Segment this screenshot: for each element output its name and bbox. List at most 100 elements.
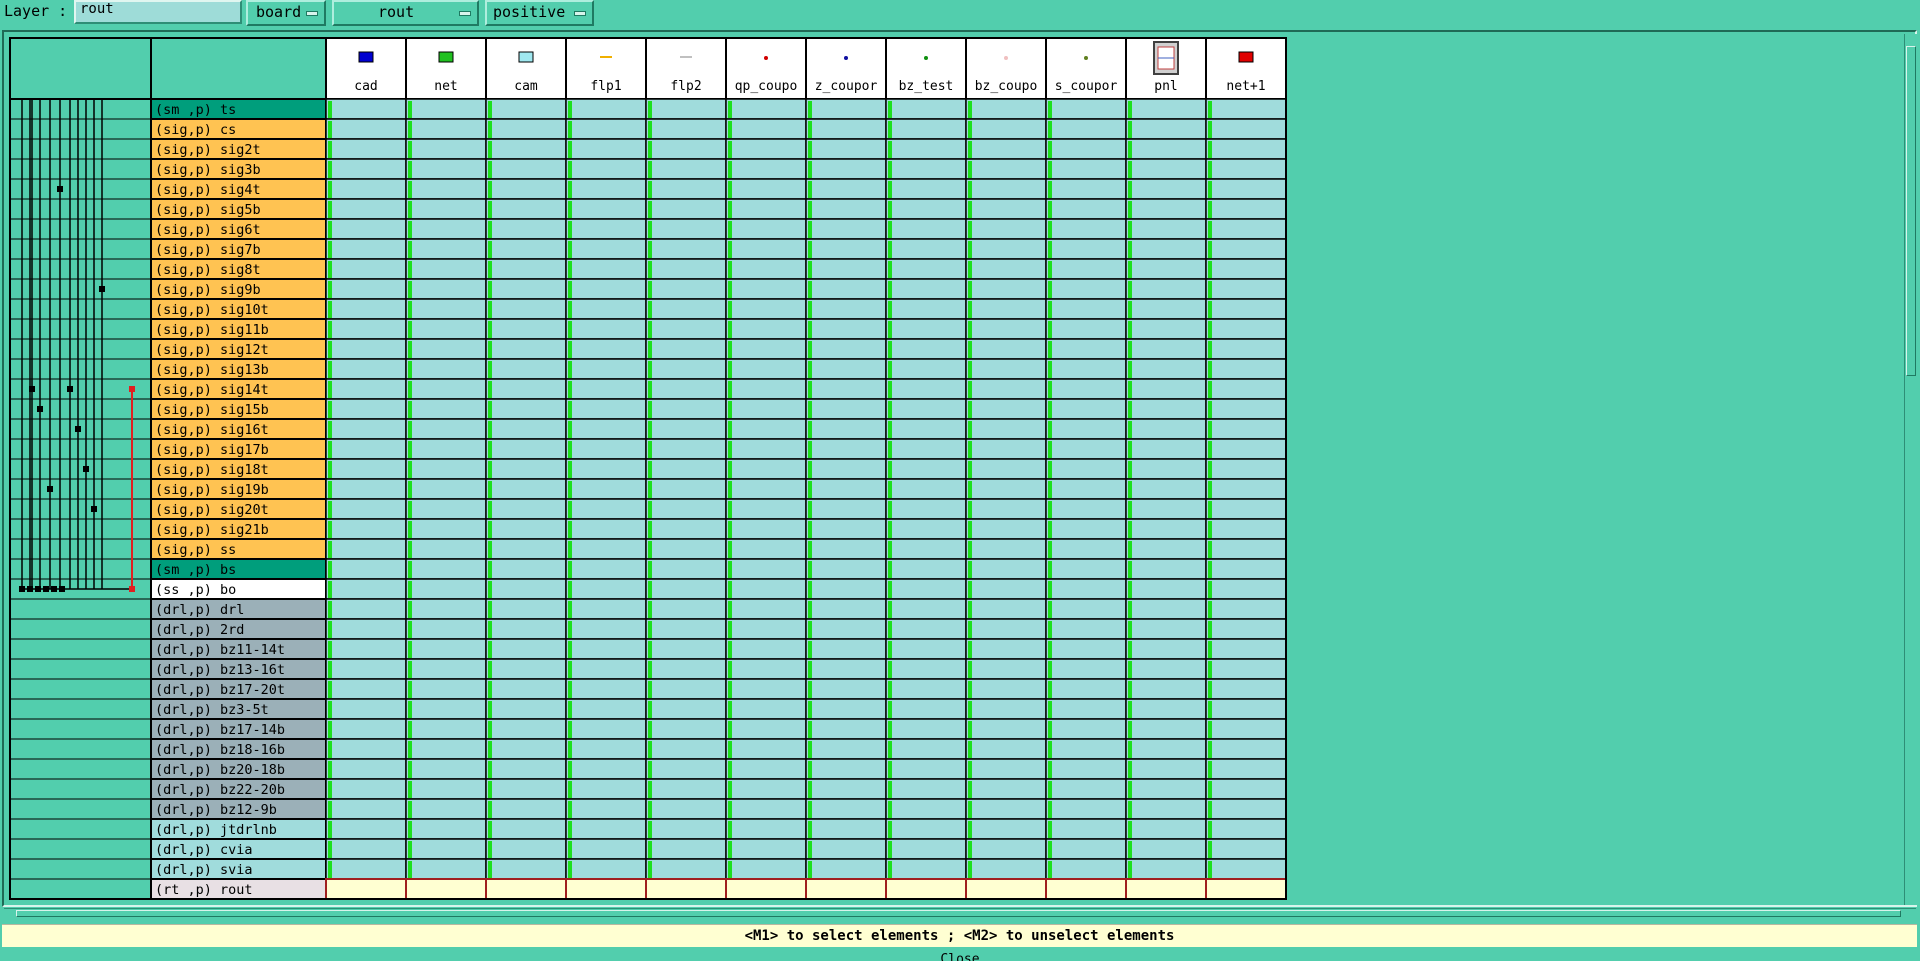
matrix-cell[interactable] xyxy=(1205,258,1287,280)
matrix-cell[interactable] xyxy=(485,298,567,320)
matrix-cell[interactable] xyxy=(725,278,807,300)
matrix-cell[interactable] xyxy=(725,698,807,720)
matrix-cell[interactable] xyxy=(885,718,967,740)
matrix-cell[interactable] xyxy=(1125,878,1207,900)
matrix-cell[interactable] xyxy=(1045,318,1127,340)
matrix-cell[interactable] xyxy=(565,578,647,600)
matrix-cell[interactable] xyxy=(645,678,727,700)
matrix-cell[interactable] xyxy=(725,378,807,400)
matrix-cell[interactable] xyxy=(1205,658,1287,680)
matrix-cell[interactable] xyxy=(325,418,407,440)
matrix-cell[interactable] xyxy=(485,738,567,760)
matrix-cell[interactable] xyxy=(565,158,647,180)
matrix-cell[interactable] xyxy=(805,218,887,240)
matrix-cell[interactable] xyxy=(1045,618,1127,640)
matrix-cell[interactable] xyxy=(1205,498,1287,520)
matrix-cell[interactable] xyxy=(565,758,647,780)
matrix-cell[interactable] xyxy=(965,838,1047,860)
matrix-cell[interactable] xyxy=(885,778,967,800)
matrix-cell[interactable] xyxy=(565,238,647,260)
matrix-cell[interactable] xyxy=(565,658,647,680)
matrix-cell[interactable] xyxy=(325,518,407,540)
matrix-cell[interactable] xyxy=(885,418,967,440)
matrix-cell[interactable] xyxy=(565,458,647,480)
matrix-cell[interactable] xyxy=(1045,838,1127,860)
matrix-cell[interactable] xyxy=(805,718,887,740)
matrix-cell[interactable] xyxy=(405,98,487,120)
matrix-cell[interactable] xyxy=(885,658,967,680)
matrix-cell[interactable] xyxy=(325,378,407,400)
matrix-cell[interactable] xyxy=(805,738,887,760)
matrix-cell[interactable] xyxy=(1045,698,1127,720)
matrix-cell[interactable] xyxy=(485,698,567,720)
matrix-cell[interactable] xyxy=(565,558,647,580)
matrix-cell[interactable] xyxy=(565,118,647,140)
matrix-cell[interactable] xyxy=(805,778,887,800)
matrix-cell[interactable] xyxy=(805,198,887,220)
matrix-cell[interactable] xyxy=(805,378,887,400)
matrix-cell[interactable] xyxy=(1205,398,1287,420)
matrix-cell[interactable] xyxy=(325,258,407,280)
matrix-cell[interactable] xyxy=(885,498,967,520)
matrix-cell[interactable] xyxy=(1125,518,1207,540)
matrix-cell[interactable] xyxy=(1125,738,1207,760)
matrix-cell[interactable] xyxy=(325,698,407,720)
matrix-cell[interactable] xyxy=(1125,98,1207,120)
matrix-cell[interactable] xyxy=(805,658,887,680)
matrix-cell[interactable] xyxy=(965,318,1047,340)
matrix-cell[interactable] xyxy=(1045,638,1127,660)
matrix-cell[interactable] xyxy=(965,138,1047,160)
matrix-cell[interactable] xyxy=(965,338,1047,360)
matrix-cell[interactable] xyxy=(485,518,567,540)
matrix-cell[interactable] xyxy=(485,838,567,860)
matrix-cell[interactable] xyxy=(965,198,1047,220)
matrix-cell[interactable] xyxy=(325,218,407,240)
matrix-cell[interactable] xyxy=(725,558,807,580)
matrix-cell[interactable] xyxy=(725,778,807,800)
matrix-cell[interactable] xyxy=(805,618,887,640)
matrix-cell[interactable] xyxy=(885,258,967,280)
matrix-cell[interactable] xyxy=(725,398,807,420)
matrix-cell[interactable] xyxy=(1125,178,1207,200)
matrix-cell[interactable] xyxy=(405,138,487,160)
matrix-cell[interactable] xyxy=(965,378,1047,400)
matrix-cell[interactable] xyxy=(885,838,967,860)
matrix-cell[interactable] xyxy=(405,518,487,540)
matrix-cell[interactable] xyxy=(1205,538,1287,560)
matrix-cell[interactable] xyxy=(405,458,487,480)
matrix-cell[interactable] xyxy=(405,298,487,320)
matrix-cell[interactable] xyxy=(885,298,967,320)
matrix-cell[interactable] xyxy=(965,218,1047,240)
matrix-cell[interactable] xyxy=(965,758,1047,780)
vertical-scroll-thumb[interactable] xyxy=(1906,46,1916,376)
matrix-cell[interactable] xyxy=(885,558,967,580)
matrix-cell[interactable] xyxy=(405,798,487,820)
matrix-cell[interactable] xyxy=(1205,218,1287,240)
matrix-cell[interactable] xyxy=(1205,138,1287,160)
matrix-cell[interactable] xyxy=(805,558,887,580)
matrix-cell[interactable] xyxy=(645,318,727,340)
matrix-cell[interactable] xyxy=(1125,278,1207,300)
matrix-cell[interactable] xyxy=(1125,638,1207,660)
matrix-cell[interactable] xyxy=(485,778,567,800)
matrix-cell[interactable] xyxy=(565,818,647,840)
matrix-cell[interactable] xyxy=(325,478,407,500)
matrix-cell[interactable] xyxy=(965,298,1047,320)
matrix-cell[interactable] xyxy=(405,778,487,800)
matrix-cell[interactable] xyxy=(565,598,647,620)
matrix-cell[interactable] xyxy=(1205,478,1287,500)
matrix-cell[interactable] xyxy=(1205,558,1287,580)
matrix-cell[interactable] xyxy=(325,778,407,800)
matrix-cell[interactable] xyxy=(885,458,967,480)
matrix-cell[interactable] xyxy=(885,278,967,300)
matrix-cell[interactable] xyxy=(405,258,487,280)
matrix-cell[interactable] xyxy=(1045,858,1127,880)
matrix-cell[interactable] xyxy=(565,378,647,400)
matrix-cell[interactable] xyxy=(565,138,647,160)
matrix-cell[interactable] xyxy=(485,198,567,220)
matrix-cell[interactable] xyxy=(1045,538,1127,560)
matrix-cell[interactable] xyxy=(1125,538,1207,560)
matrix-cell[interactable] xyxy=(965,458,1047,480)
matrix-cell[interactable] xyxy=(325,558,407,580)
vertical-scrollbar[interactable] xyxy=(1904,34,1918,905)
